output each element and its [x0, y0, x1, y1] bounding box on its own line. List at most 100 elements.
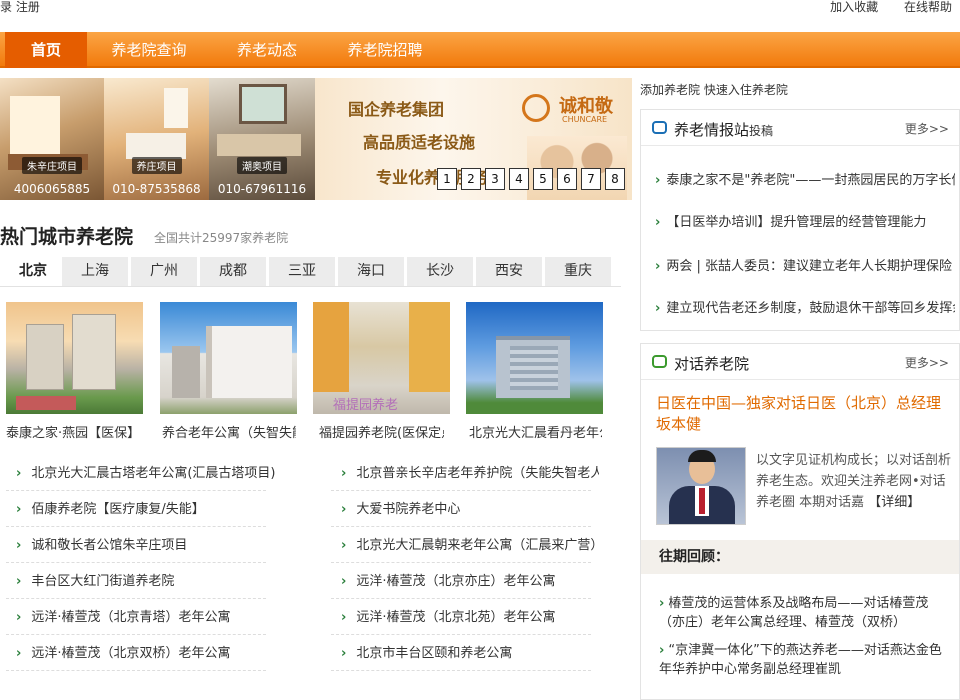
banner-page-2[interactable]: 2: [461, 168, 481, 190]
news-item[interactable]: › 泰康之家不是"养老院"——一封燕园居民的万字长信: [655, 169, 955, 188]
divider: [331, 598, 591, 599]
past-dialog-item[interactable]: › 椿萱茂的运营体系及战略布局——对话椿萱茂（亦庄）老年公寓总经理、椿萱茂（双桥）: [659, 594, 949, 632]
banner-page-4[interactable]: 4: [509, 168, 529, 190]
tab-changsha[interactable]: 长沙: [407, 257, 473, 286]
news-item-label: 【日医举办培训】提升管理层的经营管理能力: [666, 215, 927, 230]
nav-jobs[interactable]: 养老院招聘: [333, 32, 437, 68]
past-dialog-item[interactable]: › “京津冀一体化”下的燕达养老——对话燕达金色年华养护中心常务副总经理崔凯: [659, 641, 949, 679]
more-dialogs-link[interactable]: 更多>>: [905, 354, 949, 371]
list-item[interactable]: › 远洋·椿萱茂（北京双桥）老年公寓: [16, 642, 286, 661]
hot-cities-title: 热门城市养老院: [0, 226, 134, 248]
list-item[interactable]: › 北京普亲长辛店老年养护院（失能失智老人）: [341, 462, 599, 481]
list-item[interactable]: › 丰台区大红门街道养老院: [16, 570, 286, 589]
news-item[interactable]: › 两会 | 张喆人委员：建议建立老年人长期护理保险: [655, 255, 955, 274]
tab-sanya[interactable]: 三亚: [269, 257, 335, 286]
tab-xian[interactable]: 西安: [476, 257, 542, 286]
tab-haikou[interactable]: 海口: [338, 257, 404, 286]
tab-chongqing[interactable]: 重庆: [545, 257, 611, 286]
list-item[interactable]: › 北京光大汇晨古塔老年公寓(汇晨古塔项目): [16, 462, 286, 481]
banner-page-1[interactable]: 1: [437, 168, 457, 190]
chevron-right-icon: ›: [16, 646, 22, 661]
banner-photo-caption: 朱辛庄项目: [22, 157, 82, 174]
nursing-home-thumb-3[interactable]: 福提园养老: [313, 302, 450, 414]
thumb-caption-4[interactable]: 北京光大汇晨看丹老年公寓: [469, 422, 602, 441]
list-item[interactable]: › 远洋·椿萱茂（北京亦庄）老年公寓: [341, 570, 599, 589]
featured-dialog-description: 以文字见证机构成长；以对话剖析养老生态。欢迎关注养老网•对话养老圈 本期对话嘉 …: [756, 453, 952, 510]
nursing-home-thumb-4[interactable]: [466, 302, 603, 414]
list-item-label: 诚和敬长者公馆朱辛庄项目: [31, 538, 188, 553]
banner-page-7[interactable]: 7: [581, 168, 601, 190]
detail-link[interactable]: 【详细】: [868, 495, 920, 510]
banner-photo-2: 养庄项目 010-87535868: [104, 78, 209, 200]
news-item[interactable]: › 建立现代告老还乡制度，鼓励退休干部等回乡发挥余热: [655, 297, 955, 316]
more-news-link[interactable]: 更多>>: [905, 120, 949, 137]
divider: [6, 562, 266, 563]
divider: [331, 526, 591, 527]
news-item-label: 泰康之家不是"养老院"——一封燕园居民的万字长信: [666, 173, 955, 188]
news-item[interactable]: › 【日医举办培训】提升管理层的经营管理能力: [655, 211, 955, 230]
list-item[interactable]: › 北京市丰台区颐和养老公寓: [341, 642, 599, 661]
list-item[interactable]: › 佰康养老院【医疗康复/失能】: [16, 498, 286, 517]
list-item-label: 远洋·椿萱茂（北京双桥）老年公寓: [31, 646, 231, 661]
chevron-right-icon: ›: [659, 643, 665, 658]
divider: [6, 490, 266, 491]
list-item[interactable]: › 北京光大汇晨朝来老年公寓（汇晨来广营）: [341, 534, 599, 553]
past-review-heading: 往期回顾：: [641, 540, 959, 574]
list-item-label: 北京普亲长辛店老年养护院（失能失智老人）: [356, 466, 599, 481]
chevron-right-icon: ›: [341, 466, 347, 481]
main-nav: 首页 养老院查询 养老动态 养老院招聘: [0, 32, 960, 68]
tab-shanghai[interactable]: 上海: [62, 257, 128, 286]
banner-photo-caption: 养庄项目: [131, 157, 182, 174]
featured-dialog-title[interactable]: 日医在中国—独家对话日医（北京）总经理坂本健: [656, 393, 946, 435]
list-item[interactable]: › 远洋·椿萱茂（北京青塔）老年公寓: [16, 606, 286, 625]
nav-elderly-news[interactable]: 养老动态: [222, 32, 312, 68]
tab-beijing[interactable]: 北京: [0, 257, 66, 287]
login-register-links[interactable]: 录 注册: [0, 0, 40, 14]
list-item-label: 佰康养老院【医疗康复/失能】: [31, 502, 205, 517]
news-box: 养老情报站投稿 更多>> › 泰康之家不是"养老院"——一封燕园居民的万字长信 ›…: [640, 109, 960, 331]
banner-page-8[interactable]: 8: [605, 168, 625, 190]
banner-page-5[interactable]: 5: [533, 168, 553, 190]
chevron-right-icon: ›: [655, 215, 661, 230]
thumb-caption-2[interactable]: 养合老年公寓（失智失能）: [162, 422, 296, 441]
chevron-right-icon: ›: [16, 574, 22, 589]
banner-photo-phone: 010-67961116: [217, 182, 307, 196]
submit-link[interactable]: 投稿: [749, 124, 773, 138]
banner-page-3[interactable]: 3: [485, 168, 505, 190]
list-item[interactable]: › 大爱书院养老中心: [341, 498, 599, 517]
chevron-right-icon: ›: [16, 538, 22, 553]
tab-chengdu[interactable]: 成都: [200, 257, 266, 286]
chevron-right-icon: ›: [655, 259, 661, 274]
divider: [6, 634, 266, 635]
interviewee-photo[interactable]: [656, 447, 746, 525]
chevron-right-icon: ›: [16, 610, 22, 625]
nursing-home-thumb-2[interactable]: [160, 302, 297, 414]
list-item[interactable]: › 诚和敬长者公馆朱辛庄项目: [16, 534, 286, 553]
banner-photo-phone: 010-87535868: [112, 182, 201, 196]
divider: [6, 526, 266, 527]
thumb-caption-1[interactable]: 泰康之家·燕园【医保】: [6, 422, 156, 441]
news-box-header: 养老情报站投稿 更多>>: [641, 110, 959, 146]
nursing-home-total-count: 全国共计25997家养老院: [154, 231, 289, 245]
add-nursing-home-link[interactable]: 添加养老院 快速入住养老院: [640, 81, 788, 98]
news-item-label: 建立现代告老还乡制度，鼓励退休干部等回乡发挥余热: [666, 301, 955, 316]
banner-photo-caption: 潮奥项目: [237, 157, 287, 174]
chevron-right-icon: ›: [341, 574, 347, 589]
list-item-label: 远洋·椿萱茂（北京北苑）老年公寓: [356, 610, 556, 625]
list-item-label: 丰台区大红门街道养老院: [31, 574, 175, 589]
speech-bubble-icon: [652, 121, 667, 134]
tab-underline: [0, 286, 621, 287]
nursing-home-thumb-1[interactable]: [6, 302, 143, 414]
add-favorite-link[interactable]: 加入收藏: [830, 0, 878, 14]
list-item-label: 远洋·椿萱茂（北京青塔）老年公寓: [31, 610, 231, 625]
online-help-link[interactable]: 在线帮助: [904, 0, 952, 14]
nav-nursing-home-search[interactable]: 养老院查询: [98, 32, 200, 68]
divider: [331, 670, 591, 671]
nav-home[interactable]: 首页: [5, 32, 87, 68]
tab-guangzhou[interactable]: 广州: [131, 257, 197, 286]
banner-slogan: 高品质适老设施: [363, 133, 476, 152]
banner-page-6[interactable]: 6: [557, 168, 577, 190]
past-dialog-label: “京津冀一体化”下的燕达养老——对话燕达金色年华养护中心常务副总经理崔凯: [659, 643, 942, 677]
thumb-caption-3[interactable]: 福提园养老院(医保定点): [319, 422, 444, 441]
list-item[interactable]: › 远洋·椿萱茂（北京北苑）老年公寓: [341, 606, 599, 625]
